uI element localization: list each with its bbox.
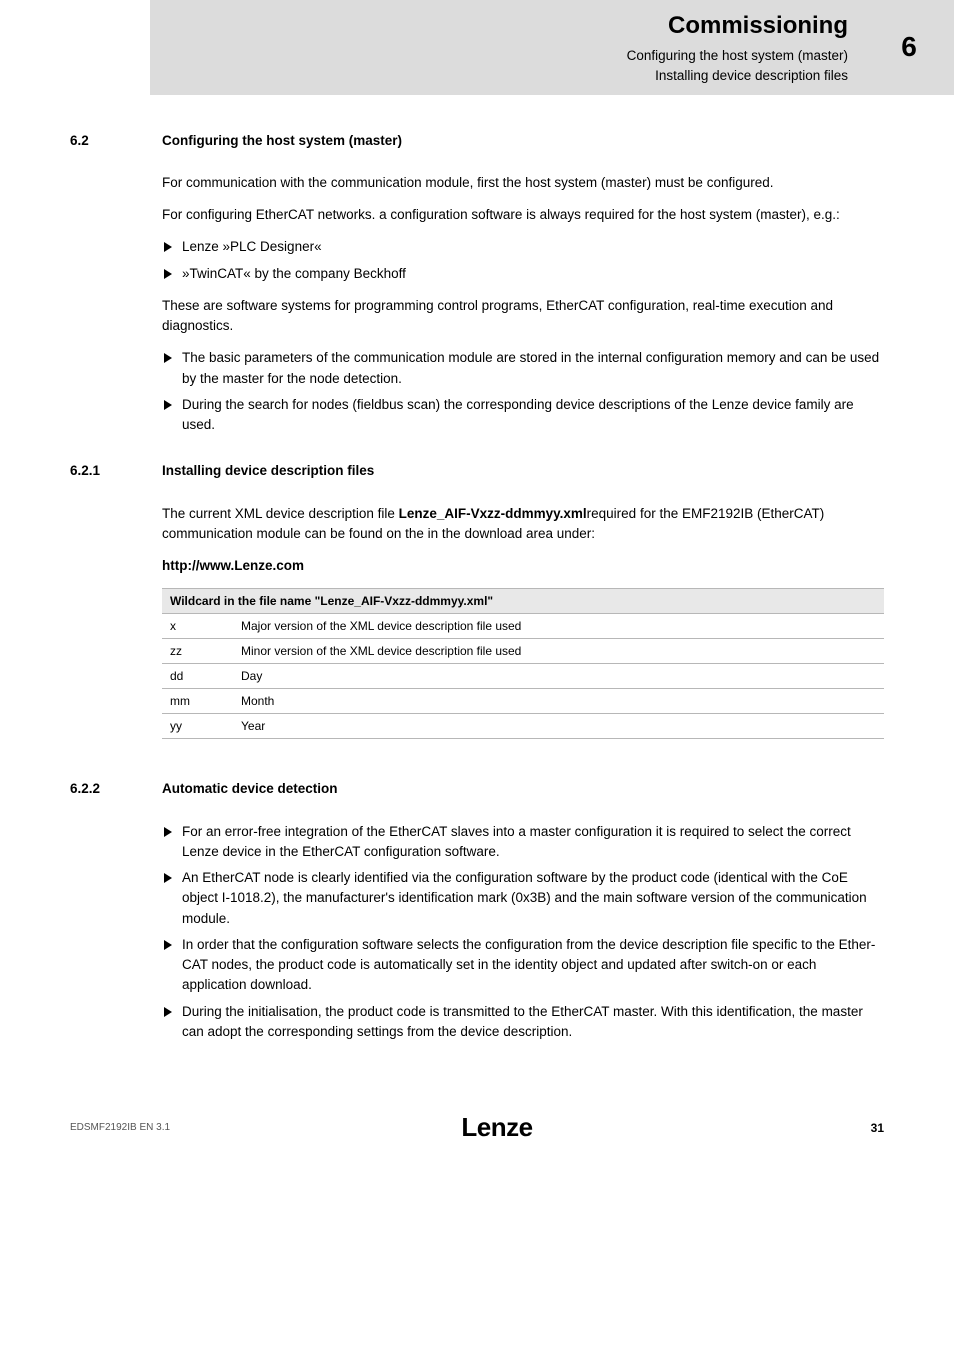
header-title: Commissioning (158, 8, 848, 44)
paragraph: For communication with the communication… (162, 173, 884, 193)
table-cell-key: x (162, 614, 233, 639)
list-item: The basic parameters of the communicatio… (162, 348, 884, 389)
footer-docid: EDSMF2192IB EN 3.1 (70, 1120, 170, 1135)
list-item: For an error-free integration of the Eth… (162, 822, 884, 863)
header-subtitle-2: Installing device description files (158, 66, 848, 86)
table-cell-val: Day (233, 664, 884, 689)
section-body: Configuring the host system (master) For… (162, 131, 884, 448)
list-item: During the search for nodes (fieldbus sc… (162, 395, 884, 436)
table-header: Wildcard in the file name "Lenze_AIF-Vxz… (162, 589, 884, 614)
table-row: yy Year (162, 714, 884, 739)
lenze-logo: Lenze (461, 1112, 532, 1142)
table-row: zz Minor version of the XML device descr… (162, 639, 884, 664)
section-heading: Installing device description files (162, 461, 884, 481)
header-center: Commissioning Configuring the host syste… (150, 0, 864, 95)
table-cell-key: mm (162, 689, 233, 714)
page-footer: EDSMF2192IB EN 3.1 Lenze 31 (0, 1068, 954, 1177)
paragraph: For configuring EtherCAT networks. a con… (162, 205, 884, 225)
list-item: During the initialisation, the product c… (162, 1002, 884, 1043)
bullet-list: For an error-free integration of the Eth… (162, 822, 884, 1043)
table-cell-val: Year (233, 714, 884, 739)
table-cell-val: Month (233, 689, 884, 714)
list-item: In order that the configuration software… (162, 935, 884, 996)
page-content: 6.2 Configuring the host system (master)… (0, 131, 954, 1055)
bullet-list: The basic parameters of the communicatio… (162, 348, 884, 435)
table-cell-key: zz (162, 639, 233, 664)
table-cell-val: Major version of the XML device descript… (233, 614, 884, 639)
list-item: »TwinCAT« by the company Beckhoff (162, 264, 884, 284)
bullet-list: Lenze »PLC Designer« »TwinCAT« by the co… (162, 237, 884, 284)
section-number: 6.2.2 (70, 779, 162, 1054)
table-cell-key: yy (162, 714, 233, 739)
section-heading: Automatic device detection (162, 779, 884, 799)
table-row: x Major version of the XML device descri… (162, 614, 884, 639)
list-item: Lenze »PLC Designer« (162, 237, 884, 257)
paragraph: These are software systems for programmi… (162, 296, 884, 337)
section-body: Automatic device detection For an error-… (162, 779, 884, 1054)
list-item: An EtherCAT node is clearly identified v… (162, 868, 884, 929)
section-6-2-1: 6.2.1 Installing device description file… (70, 461, 884, 765)
table-row: dd Day (162, 664, 884, 689)
table-row: mm Month (162, 689, 884, 714)
page-number: 31 (824, 1119, 884, 1137)
text: The current XML device description file (162, 506, 399, 521)
url-text: http://www.Lenze.com (162, 556, 884, 576)
section-number: 6.2 (70, 131, 162, 448)
footer-center: Lenze (170, 1108, 824, 1147)
filename: Lenze_AIF-Vxzz-ddmmyy.xml (399, 506, 587, 521)
section-6-2-2: 6.2.2 Automatic device detection For an … (70, 779, 884, 1054)
chapter-number: 6 (864, 0, 954, 95)
section-6-2: 6.2 Configuring the host system (master)… (70, 131, 884, 448)
table-cell-val: Minor version of the XML device descript… (233, 639, 884, 664)
header-subtitle-1: Configuring the host system (master) (158, 46, 848, 66)
section-heading: Configuring the host system (master) (162, 131, 884, 151)
table-cell-key: dd (162, 664, 233, 689)
page-header: Commissioning Configuring the host syste… (0, 0, 954, 95)
section-number: 6.2.1 (70, 461, 162, 765)
wildcard-table: Wildcard in the file name "Lenze_AIF-Vxz… (162, 588, 884, 739)
paragraph: The current XML device description file … (162, 504, 884, 545)
section-body: Installing device description files The … (162, 461, 884, 765)
